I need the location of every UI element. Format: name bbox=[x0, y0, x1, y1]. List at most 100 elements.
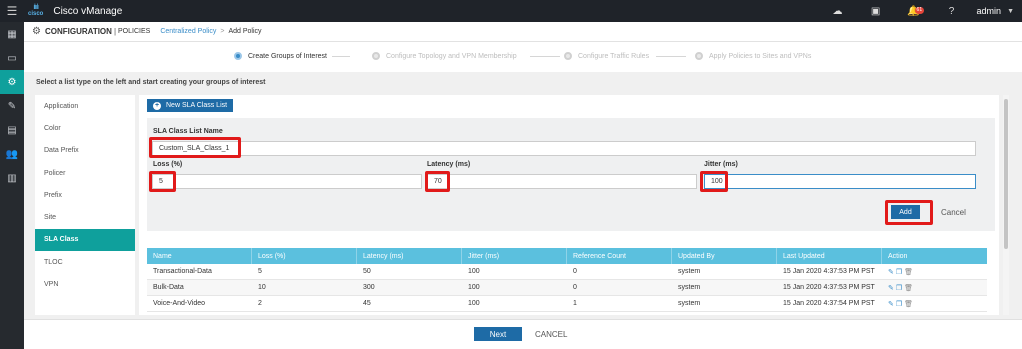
step-configure-topology[interactable]: Configure Topology and VPN Membership bbox=[372, 52, 517, 60]
list-type-site[interactable]: Site bbox=[35, 206, 135, 228]
analytics-icon[interactable]: ▥ bbox=[0, 166, 24, 190]
cancel-button[interactable]: Cancel bbox=[941, 205, 966, 219]
cell-latency: 45 bbox=[363, 300, 371, 307]
step-connector bbox=[332, 56, 350, 57]
list-type-policer[interactable]: Policer bbox=[35, 162, 135, 184]
edit-icon[interactable]: ✎ bbox=[888, 268, 894, 276]
step-connector bbox=[530, 56, 560, 57]
maintenance-icon[interactable]: ▤ bbox=[0, 118, 24, 142]
add-button[interactable]: Add bbox=[891, 205, 920, 219]
column-header[interactable]: Action bbox=[882, 248, 987, 264]
step-create-groups[interactable]: Create Groups of Interest bbox=[234, 52, 327, 60]
instruction-text: Select a list type on the left and start… bbox=[36, 79, 266, 86]
step-label: Apply Policies to Sites and VPNs bbox=[709, 52, 812, 60]
cell-latency: 50 bbox=[363, 268, 371, 275]
chevron-down-icon[interactable]: ▼ bbox=[1007, 8, 1014, 15]
next-button[interactable]: Next bbox=[474, 327, 522, 341]
vertical-scrollbar[interactable] bbox=[1003, 95, 1009, 315]
monitor-icon[interactable]: ▭ bbox=[0, 46, 24, 70]
step-apply-policies[interactable]: Apply Policies to Sites and VPNs bbox=[695, 52, 811, 60]
wizard-steps: Create Groups of Interest Configure Topo… bbox=[24, 42, 1022, 72]
name-label: SLA Class List Name bbox=[153, 128, 223, 135]
list-type-prefix[interactable]: Prefix bbox=[35, 184, 135, 206]
copy-icon[interactable]: ❐ bbox=[896, 284, 902, 292]
column-header[interactable]: Name bbox=[147, 248, 252, 264]
tools-icon[interactable]: ✎ bbox=[0, 94, 24, 118]
table-header: Name Loss (%) Latency (ms) Jitter (ms) R… bbox=[147, 248, 987, 264]
cell-jitter: 100 bbox=[468, 284, 480, 291]
step-label: Configure Traffic Rules bbox=[578, 52, 650, 60]
sla-class-form: SLA Class List Name Custom_SLA_Class_1 L… bbox=[147, 118, 995, 231]
step-dot-icon bbox=[372, 52, 380, 60]
notification-badge: 61 bbox=[914, 6, 925, 14]
administration-icon[interactable]: 👥 bbox=[0, 142, 24, 166]
delete-icon[interactable]: 🗑 bbox=[904, 284, 913, 292]
latency-label: Latency (ms) bbox=[427, 161, 471, 168]
list-type-data-prefix[interactable]: Data Prefix bbox=[35, 140, 135, 162]
sla-class-table: Name Loss (%) Latency (ms) Jitter (ms) R… bbox=[147, 248, 987, 312]
column-header[interactable]: Jitter (ms) bbox=[462, 248, 567, 264]
column-header[interactable]: Updated By bbox=[672, 248, 777, 264]
plus-circle-icon: + bbox=[153, 101, 161, 110]
bell-icon[interactable]: 🔔 61 bbox=[895, 6, 933, 17]
cell-name: Bulk-Data bbox=[153, 284, 184, 291]
gear-icon: ⚙ bbox=[32, 26, 41, 37]
header-separator: | bbox=[113, 27, 117, 36]
step-configure-traffic-rules[interactable]: Configure Traffic Rules bbox=[564, 52, 649, 60]
left-nav: ▦ ▭ ⚙ ✎ ▤ 👥 ▥ bbox=[0, 22, 24, 349]
loss-input[interactable]: 5 bbox=[152, 174, 422, 189]
step-dot-icon bbox=[695, 52, 703, 60]
delete-icon[interactable]: 🗑 bbox=[904, 300, 913, 308]
list-type-color[interactable]: Color bbox=[35, 117, 135, 139]
breadcrumb-current: Add Policy bbox=[228, 28, 262, 35]
column-header[interactable]: Reference Count bbox=[567, 248, 672, 264]
cisco-logo-text: cisco bbox=[28, 10, 44, 17]
list-type-sla-class[interactable]: SLA Class bbox=[35, 228, 135, 252]
delete-icon[interactable]: 🗑 bbox=[904, 268, 913, 276]
cell-latency: 300 bbox=[363, 284, 375, 291]
loss-label: Loss (%) bbox=[153, 161, 183, 168]
cell-reference-count: 1 bbox=[573, 300, 577, 307]
page-section: POLICIES bbox=[118, 28, 151, 35]
help-icon[interactable]: ? bbox=[933, 6, 971, 17]
footer-cancel-button[interactable]: CANCEL bbox=[535, 327, 567, 341]
jitter-input[interactable]: 100 bbox=[704, 174, 976, 189]
latency-input[interactable]: 70 bbox=[427, 174, 697, 189]
column-header[interactable]: Last Updated bbox=[777, 248, 882, 264]
column-header[interactable]: Loss (%) bbox=[252, 248, 357, 264]
list-type-application[interactable]: Application bbox=[35, 95, 135, 117]
breadcrumb-arrow: > bbox=[220, 28, 225, 35]
hamburger-menu-icon[interactable]: ☰ bbox=[0, 0, 24, 22]
copy-icon[interactable]: ❐ bbox=[896, 268, 902, 276]
cell-last-updated: 15 Jan 2020 4:37:53 PM PST bbox=[783, 284, 875, 291]
list-type-vpn[interactable]: VPN bbox=[35, 273, 135, 295]
cell-updated-by: system bbox=[678, 268, 701, 275]
sla-class-panel: + New SLA Class List SLA Class List Name… bbox=[139, 95, 999, 315]
edit-icon[interactable]: ✎ bbox=[888, 284, 894, 292]
list-type-tloc[interactable]: TLOC bbox=[35, 251, 135, 273]
scroll-thumb[interactable] bbox=[1004, 99, 1008, 249]
task-icon[interactable]: ▣ bbox=[857, 6, 895, 17]
cloud-icon[interactable]: ☁ bbox=[819, 6, 857, 17]
cell-updated-by: system bbox=[678, 300, 701, 307]
cell-name: Transactional-Data bbox=[153, 268, 212, 275]
cell-loss: 2 bbox=[258, 300, 262, 307]
column-header[interactable]: Latency (ms) bbox=[357, 248, 462, 264]
dashboard-icon[interactable]: ▦ bbox=[0, 22, 24, 46]
new-button-label: New SLA Class List bbox=[166, 102, 228, 109]
breadcrumb-centralized-policy[interactable]: Centralized Policy bbox=[160, 28, 216, 35]
step-label: Configure Topology and VPN Membership bbox=[386, 52, 517, 60]
top-bar: ☰ ılıılı cisco Cisco vManage ☁ ▣ 🔔 61 ? … bbox=[0, 0, 1022, 22]
user-menu[interactable]: admin bbox=[977, 6, 1002, 16]
copy-icon[interactable]: ❐ bbox=[896, 300, 902, 308]
new-sla-class-list-button[interactable]: + New SLA Class List bbox=[147, 99, 234, 112]
cell-action: ✎ ❐ 🗑 bbox=[882, 264, 987, 279]
cell-action: ✎ ❐ 🗑 bbox=[882, 296, 987, 311]
page-header: ⚙ CONFIGURATION | POLICIES Centralized P… bbox=[24, 22, 1022, 42]
edit-icon[interactable]: ✎ bbox=[888, 300, 894, 308]
sla-class-name-input[interactable]: Custom_SLA_Class_1 bbox=[152, 141, 976, 156]
step-dot-icon bbox=[564, 52, 572, 60]
cell-jitter: 100 bbox=[468, 268, 480, 275]
cell-name: Voice-And-Video bbox=[153, 300, 206, 307]
configuration-icon[interactable]: ⚙ bbox=[0, 70, 24, 94]
